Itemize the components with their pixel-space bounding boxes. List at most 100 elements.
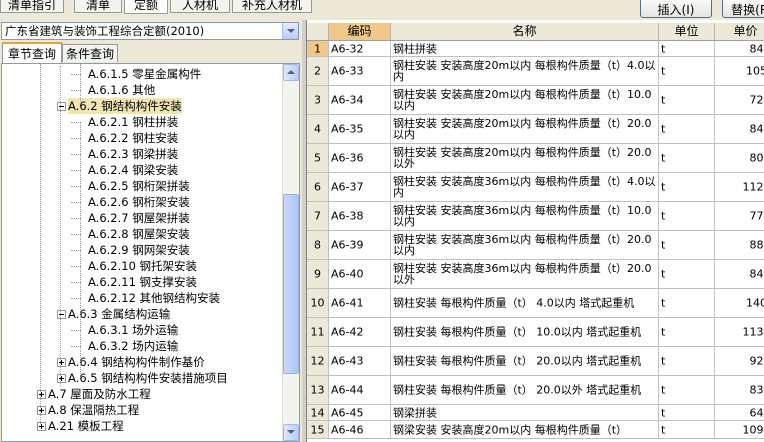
tree-node[interactable]: A.6.2.2 钢柱安装 (2, 130, 282, 146)
cell-unit: t (659, 202, 715, 230)
cell-name: 钢柱安装 每根构件质量（t） 20.0以外 塔式起重机 (391, 376, 659, 404)
cell-code: A6-34 (329, 86, 391, 114)
cell-price-text: 928. (749, 354, 764, 368)
chevron-down-icon[interactable] (282, 23, 298, 39)
tree-node-label: A.6.2.2 钢柱安装 (88, 131, 179, 145)
tree-node[interactable]: A.6.2.10 钢托架安装 (2, 258, 282, 274)
tab-extra-materials[interactable]: 补充人材机 (232, 0, 312, 13)
top-tab-strip: 清单指引 清单 定额 人材机 补充人材机 插入(I) 替换(R) (0, 0, 764, 21)
tree-node[interactable]: A.8 保温隔热工程 (2, 402, 282, 418)
cell-price: 841. (715, 41, 764, 56)
tab-chapter-query[interactable]: 章节查询 (2, 42, 62, 63)
table-row[interactable]: 9 A6-40 钢柱安装 安装高度36m以内 每根构件质量（t）20.0以外 t 849… (307, 260, 764, 289)
cell-code: A6-36 (329, 144, 391, 172)
tree-node-label: A.6.3.1 场外运输 (88, 323, 179, 337)
cell-name: 钢柱安装 每根构件质量（t） 10.0以内 塔式起重机 (391, 318, 659, 346)
tree-node[interactable]: A.7 屋面及防水工程 (2, 386, 282, 402)
scroll-thumb[interactable] (283, 194, 299, 374)
collapse-icon[interactable] (57, 310, 66, 319)
tree-node[interactable]: A.6.3.1 场外运输 (2, 322, 282, 338)
tree-node-label: A.6.3.2 场内运输 (88, 339, 179, 353)
table-row[interactable]: 10 A6-41 钢柱安装 每根构件质量（t） 4.0以内 塔式起重机 t 1409 (307, 289, 764, 318)
tree-node[interactable]: A.6.1.5 零星金属构件 (2, 66, 282, 82)
tree-node-label: A.6.2.3 钢梁拼装 (88, 147, 179, 161)
cell-price: 1095. (715, 421, 764, 438)
table-row[interactable]: 6 A6-37 钢柱安装 安装高度36m以内 每根构件质量（t）4.0以内 t 1127… (307, 173, 764, 202)
chapter-tree: A.6.1.5 零星金属构件 A.6.1.6 其他 A.6.2 钢结构构件安装 A.6… (1, 63, 300, 442)
table-row[interactable]: 15 A6-46 钢梁安装 安装高度20m以内 每根构件质量（t） t 1095. (307, 421, 764, 439)
tree-node[interactable]: A.6.2.9 钢网架安装 (2, 242, 282, 258)
tab-quota[interactable]: 定额 (124, 0, 168, 14)
cell-name-text: 钢梁拼装 (393, 406, 437, 419)
table-row[interactable]: 7 A6-38 钢柱安装 安装高度36m以内 每根构件质量（t）10.0以内 t 778… (307, 202, 764, 231)
table-row[interactable]: 8 A6-39 钢柱安装 安装高度36m以内 每根构件质量（t）20.0以内 t 889… (307, 231, 764, 260)
cell-name-text: 钢柱安装 安装高度20m以内 每根构件质量（t）4.0以内 (393, 59, 656, 83)
tree-node-label: A.6.5 钢结构构件安装措施项目 (68, 371, 228, 385)
tree-node[interactable]: A.6.2.1 钢柱拼装 (2, 114, 282, 130)
collapse-icon[interactable] (57, 102, 66, 111)
cell-price: 642. (715, 405, 764, 420)
tree-node[interactable]: A.6.2 钢结构构件安装 (2, 98, 282, 114)
tree-scrollbar[interactable] (282, 64, 299, 441)
table-row[interactable]: 4 A6-35 钢柱安装 安装高度20m以内 每根构件质量（t）20.0以内 t 844… (307, 115, 764, 144)
table-row[interactable]: 11 A6-42 钢柱安装 每根构件质量（t） 10.0以内 塔式起重机 t 1138. (307, 318, 764, 347)
tree-node[interactable]: A.6.3 金属结构运输 (2, 306, 282, 322)
cell-price: 928. (715, 347, 764, 375)
tree-node-label: A.8 保温隔热工程 (48, 403, 140, 417)
tree-node[interactable]: A.6.2.7 钢屋架拼装 (2, 210, 282, 226)
expand-icon[interactable] (37, 422, 46, 431)
tree-node[interactable]: A.6.3.2 场内运输 (2, 338, 282, 354)
table-row[interactable]: 5 A6-36 钢柱安装 安装高度20m以内 每根构件质量（t）20.0以外 t 808… (307, 144, 764, 173)
replace-button[interactable]: 替换(R) (722, 0, 764, 18)
tree-node-label: A.6.2.5 钢桁架拼装 (88, 179, 190, 193)
scroll-up-icon[interactable] (283, 64, 299, 81)
cell-price-text: 642. (749, 406, 764, 419)
table-row[interactable]: 3 A6-34 钢柱安装 安装高度20m以内 每根构件质量（t）10.0以内 t 726… (307, 86, 764, 115)
tree-node[interactable]: A.6.2.6 钢桁架安装 (2, 194, 282, 210)
tree-node[interactable]: A.6.2.12 其他钢结构安装 (2, 290, 282, 306)
tree-node[interactable]: A.6.4 钢结构构件制作基价 (2, 354, 282, 370)
tree-node[interactable]: A.21 模板工程 (2, 418, 282, 434)
cell-name: 钢柱安装 安装高度36m以内 每根构件质量（t）4.0以内 (391, 173, 659, 201)
tree-node[interactable]: A.6.1.6 其他 (2, 82, 282, 98)
cell-price: 889. (715, 231, 764, 259)
table-row[interactable]: 2 A6-33 钢柱安装 安装高度20m以内 每根构件质量（t）4.0以内 t 1051 (307, 57, 764, 86)
tree-node-label: A.21 模板工程 (48, 419, 124, 433)
header-price[interactable]: 单价 (715, 23, 764, 40)
tree-node[interactable]: A.6.2.5 钢桁架拼装 (2, 178, 282, 194)
header-unit[interactable]: 单位 (659, 23, 715, 40)
tab-bill-guide[interactable]: 清单指引 (0, 0, 64, 13)
cell-price-text: 1138. (742, 325, 764, 339)
cell-unit-text: t (661, 296, 666, 310)
tree-node-label: A.6.2.11 钢支撑安装 (88, 275, 198, 289)
table-row[interactable]: 14 A6-45 钢梁拼装 t 642. (307, 405, 764, 421)
cell-rownum: 15 (307, 421, 329, 438)
tree-node[interactable]: A.6.5 钢结构构件安装措施项目 (2, 370, 282, 386)
tree-node[interactable]: A.6.2.11 钢支撑安装 (2, 274, 282, 290)
cell-unit: t (659, 260, 715, 288)
cell-code-text: A6-44 (331, 383, 364, 397)
header-name[interactable]: 名称 (391, 23, 659, 40)
cell-unit-text: t (661, 354, 666, 368)
tab-bill[interactable]: 清单 (74, 0, 122, 13)
tab-materials[interactable]: 人材机 (170, 0, 230, 13)
cell-rownum: 1 (307, 41, 329, 56)
expand-icon[interactable] (37, 390, 46, 399)
tree-node-label: A.6.3 金属结构运输 (68, 307, 171, 321)
table-row[interactable]: 12 A6-43 钢柱安装 每根构件质量（t） 20.0以内 塔式起重机 t 928. (307, 347, 764, 376)
tab-condition-query[interactable]: 条件查询 (62, 44, 118, 62)
cell-rownum: 3 (307, 86, 329, 114)
tree-node[interactable]: A.6.2.3 钢梁拼装 (2, 146, 282, 162)
expand-icon[interactable] (37, 406, 46, 415)
table-row[interactable]: 1 A6-32 钢柱拼装 t 841. (307, 41, 764, 57)
expand-icon[interactable] (57, 374, 66, 383)
table-row[interactable]: 13 A6-44 钢柱安装 每根构件质量（t） 20.0以外 塔式起重机 t 832. (307, 376, 764, 405)
cell-code-text: A6-45 (331, 406, 364, 419)
insert-button[interactable]: 插入(I) (640, 0, 712, 18)
scroll-down-icon[interactable] (283, 424, 299, 441)
expand-icon[interactable] (57, 358, 66, 367)
tree-node[interactable]: A.6.2.4 钢梁安装 (2, 162, 282, 178)
library-select[interactable]: 广东省建筑与装饰工程综合定额(2010) (1, 22, 299, 40)
tree-node[interactable]: A.6.2.8 钢屋架安装 (2, 226, 282, 242)
header-code[interactable]: 编码 (329, 23, 391, 40)
